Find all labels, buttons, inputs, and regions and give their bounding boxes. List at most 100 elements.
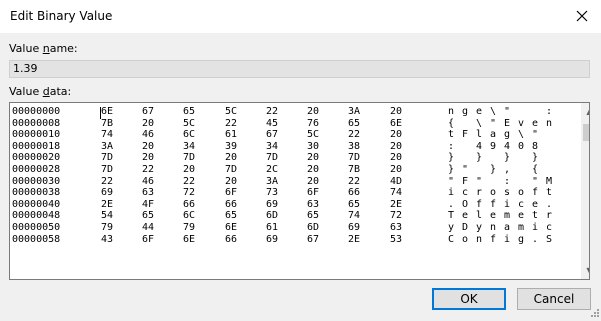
hex-byte: 65: [225, 210, 238, 222]
ascii-char: o: [490, 187, 497, 199]
hex-byte: 74: [348, 210, 361, 222]
binary-data-editor[interactable]: 00000000 6E 67 65 5C 22 20 3A 20 n g e \ ":00000008 7B…: [9, 102, 590, 280]
row-address: 00000038: [12, 187, 61, 199]
hex-byte: 66: [225, 233, 238, 245]
hex-byte: 54: [101, 210, 114, 222]
ok-button[interactable]: OK: [432, 288, 506, 310]
vertical-scrollbar[interactable]: ▲ ▼: [581, 103, 589, 279]
hex-byte: 30: [307, 140, 320, 152]
scroll-down-icon[interactable]: ▼: [581, 262, 589, 279]
hex-byte: 46: [142, 129, 155, 141]
hex-byte: 22: [348, 175, 361, 187]
ascii-char: :: [546, 106, 553, 117]
hex-byte: 6D: [266, 210, 279, 222]
ascii-char: e: [476, 106, 483, 117]
ascii-char: y: [476, 221, 483, 233]
ascii-char: e: [518, 210, 525, 222]
hex-byte: 76: [307, 117, 320, 129]
hex-byte: 66: [348, 187, 361, 199]
hex-byte: 5C: [307, 129, 320, 141]
ascii-char: :: [448, 140, 455, 152]
hex-byte: 3A: [101, 140, 114, 152]
ascii-char: }: [476, 152, 483, 164]
hex-byte: 6E: [101, 106, 114, 117]
hex-byte: 7D: [348, 152, 361, 164]
row-address: 00000020: [12, 152, 61, 164]
hex-byte: 3A: [348, 106, 361, 117]
ascii-char: t: [448, 129, 455, 141]
ascii-char: y: [448, 221, 455, 233]
hex-byte: 73: [266, 187, 279, 199]
row-address: 00000018: [12, 140, 61, 152]
scroll-thumb[interactable]: [583, 124, 589, 141]
ascii-char: M: [546, 175, 553, 187]
ascii-char: c: [462, 187, 469, 199]
value-name-label: Value name:: [9, 42, 78, 55]
row-address: 00000000: [12, 106, 61, 117]
hex-byte: 20: [225, 175, 238, 187]
ascii-char: i: [532, 221, 539, 233]
ascii-char: }: [448, 152, 455, 164]
hex-byte: 20: [142, 140, 155, 152]
ascii-char: }: [490, 163, 497, 175]
ascii-char: F: [462, 129, 469, 141]
hex-byte: 39: [225, 140, 238, 152]
hex-byte: 6E: [183, 233, 196, 245]
ascii-char: 0: [518, 140, 525, 152]
ascii-char: g: [504, 129, 511, 141]
hex-byte: 74: [101, 129, 114, 141]
hex-byte: 65: [348, 117, 361, 129]
ascii-char: 4: [476, 140, 483, 152]
ascii-char: e: [462, 210, 469, 222]
hex-byte: 20: [307, 106, 320, 117]
hex-byte: 67: [142, 106, 155, 117]
hex-byte: 34: [266, 140, 279, 152]
hex-byte: 72: [390, 210, 403, 222]
hex-byte: 6F: [307, 187, 320, 199]
hex-byte: 7D: [101, 152, 114, 164]
ascii-char: ": [532, 175, 539, 187]
ascii-char: .: [532, 233, 539, 245]
ascii-char: o: [462, 233, 469, 245]
ascii-char: t: [546, 187, 553, 199]
hex-byte: 22: [348, 129, 361, 141]
hex-byte: 20: [183, 163, 196, 175]
ascii-char: i: [448, 187, 455, 199]
ascii-char: ": [476, 175, 483, 187]
ascii-char: }: [504, 152, 511, 164]
hex-byte: 22: [266, 106, 279, 117]
hex-byte: 65: [183, 106, 196, 117]
hex-byte: 63: [307, 198, 320, 210]
hex-byte: 20: [390, 163, 403, 175]
cancel-button[interactable]: Cancel: [517, 288, 591, 310]
ascii-char: f: [532, 187, 539, 199]
hex-byte: 65: [307, 210, 320, 222]
ascii-char: f: [476, 198, 483, 210]
ascii-char: v: [518, 117, 525, 129]
hex-byte: 22: [142, 163, 155, 175]
close-icon[interactable]: [571, 6, 593, 26]
ascii-char: D: [462, 221, 469, 233]
hex-byte: 2E: [348, 233, 361, 245]
ascii-char: f: [490, 198, 497, 210]
ascii-char: m: [518, 221, 525, 233]
ascii-char: \: [476, 117, 483, 129]
hex-byte: 4D: [390, 175, 403, 187]
ascii-char: \: [518, 129, 525, 141]
hex-byte: 46: [142, 175, 155, 187]
resize-grip-icon[interactable]: [588, 308, 600, 320]
ascii-char: r: [546, 210, 553, 222]
row-address: 00000058: [12, 233, 61, 245]
hex-byte: 20: [390, 152, 403, 164]
hex-byte: 20: [225, 152, 238, 164]
ascii-char: n: [490, 221, 497, 233]
ascii-char: m: [504, 210, 511, 222]
ascii-char: l: [476, 210, 483, 222]
hex-byte: 7D: [266, 152, 279, 164]
hex-byte: 67: [266, 129, 279, 141]
hex-byte: 20: [390, 140, 403, 152]
hex-byte: 7B: [101, 117, 114, 129]
ascii-char: s: [504, 187, 511, 199]
hex-byte: 63: [390, 221, 403, 233]
scroll-up-icon[interactable]: ▲: [581, 103, 589, 120]
